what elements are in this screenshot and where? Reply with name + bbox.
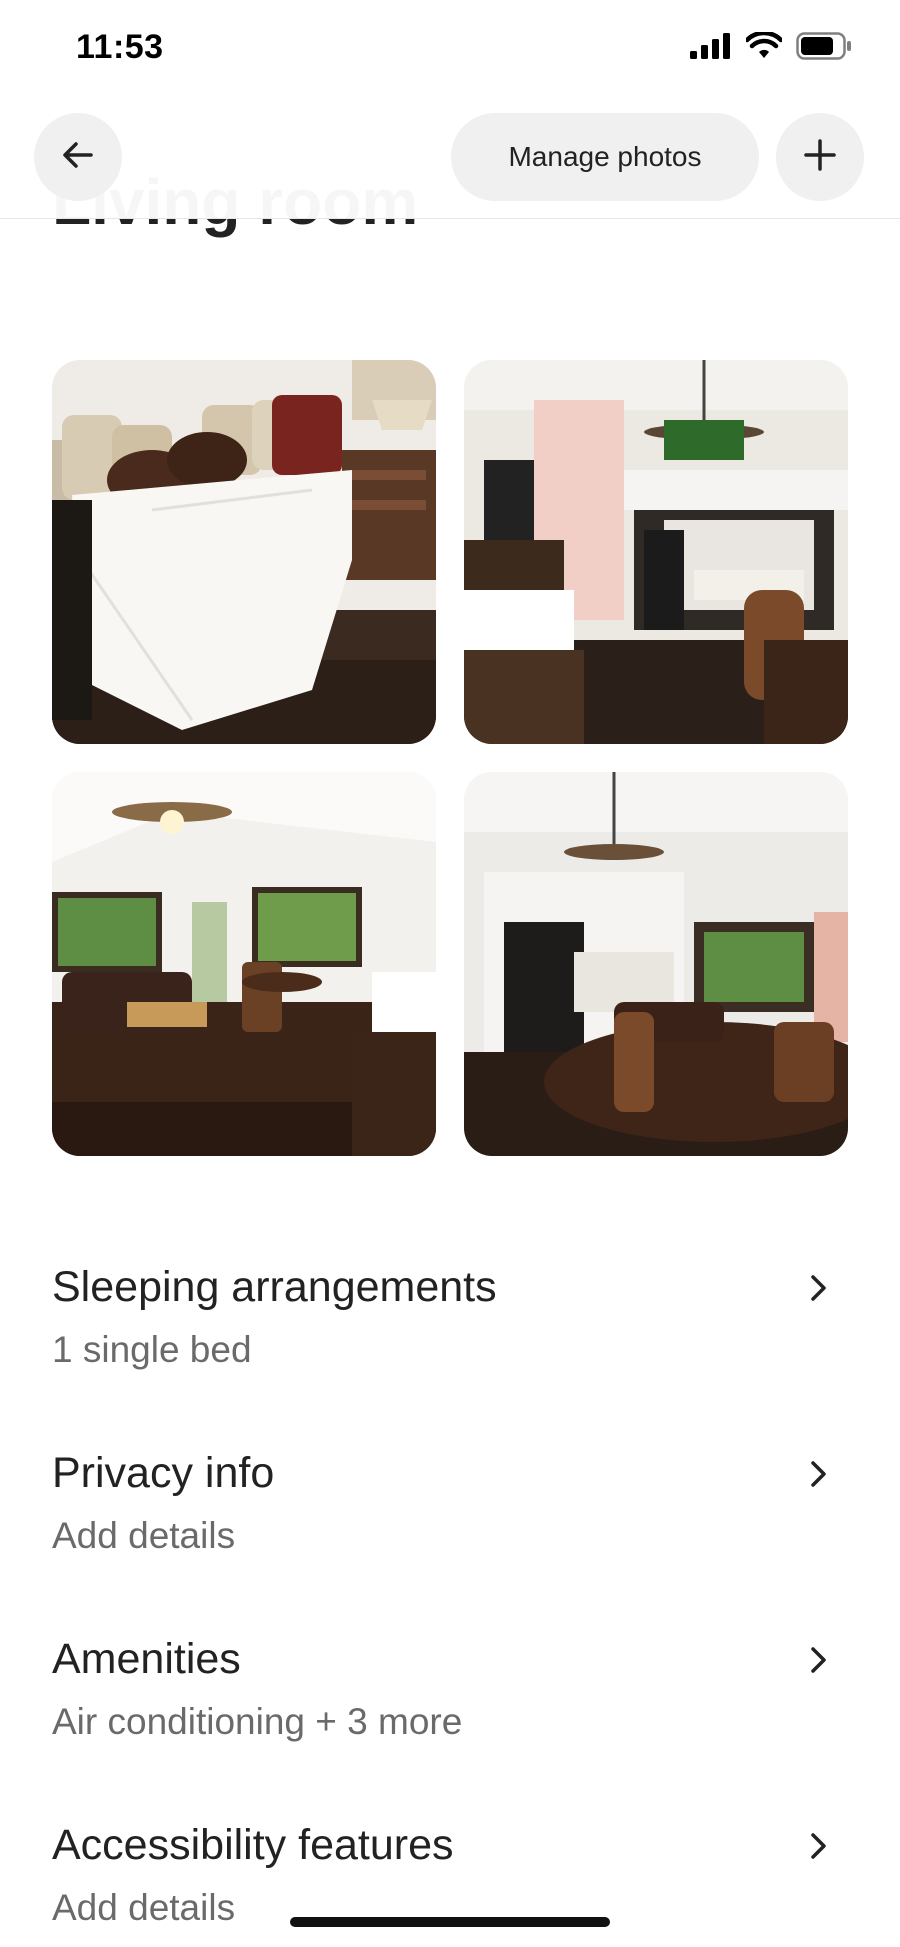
privacy-info-row[interactable]: Privacy info Add details	[52, 1448, 848, 1558]
arrow-left-icon	[61, 138, 95, 177]
photo-thumbnail[interactable]	[52, 772, 436, 1156]
chevron-right-icon	[810, 1832, 828, 1865]
wifi-icon	[744, 30, 784, 65]
status-bar: 11:53	[0, 0, 900, 100]
signal-icon	[690, 33, 732, 64]
section-subtitle: Air conditioning + 3 more	[52, 1700, 463, 1742]
sleeping-arrangements-row[interactable]: Sleeping arrangements 1 single bed	[52, 1262, 848, 1372]
battery-icon	[796, 32, 852, 65]
add-photo-button[interactable]	[776, 113, 864, 201]
accessibility-features-row[interactable]: Accessibility features Add details	[52, 1820, 848, 1930]
back-button[interactable]	[34, 113, 122, 201]
photo-thumbnail[interactable]	[464, 772, 848, 1156]
photo-thumbnail[interactable]	[52, 360, 436, 744]
home-indicator	[290, 1917, 610, 1927]
photo-thumbnail[interactable]	[464, 360, 848, 744]
section-title: Sleeping arrangements	[52, 1263, 497, 1311]
section-title: Amenities	[52, 1635, 241, 1683]
plus-icon	[803, 138, 837, 177]
chevron-right-icon	[810, 1274, 828, 1307]
status-icons	[690, 30, 852, 65]
chevron-right-icon	[810, 1460, 828, 1493]
section-subtitle: Add details	[52, 1514, 236, 1556]
section-title: Privacy info	[52, 1449, 275, 1497]
section-subtitle: 1 single bed	[52, 1328, 252, 1370]
top-nav-bar: Manage photos	[0, 100, 900, 219]
status-time: 11:53	[76, 28, 164, 66]
manage-photos-button[interactable]: Manage photos	[451, 113, 759, 201]
photo-grid	[52, 360, 848, 1156]
amenities-row[interactable]: Amenities Air conditioning + 3 more	[52, 1634, 848, 1744]
chevron-right-icon	[810, 1646, 828, 1679]
section-title: Accessibility features	[52, 1821, 454, 1869]
